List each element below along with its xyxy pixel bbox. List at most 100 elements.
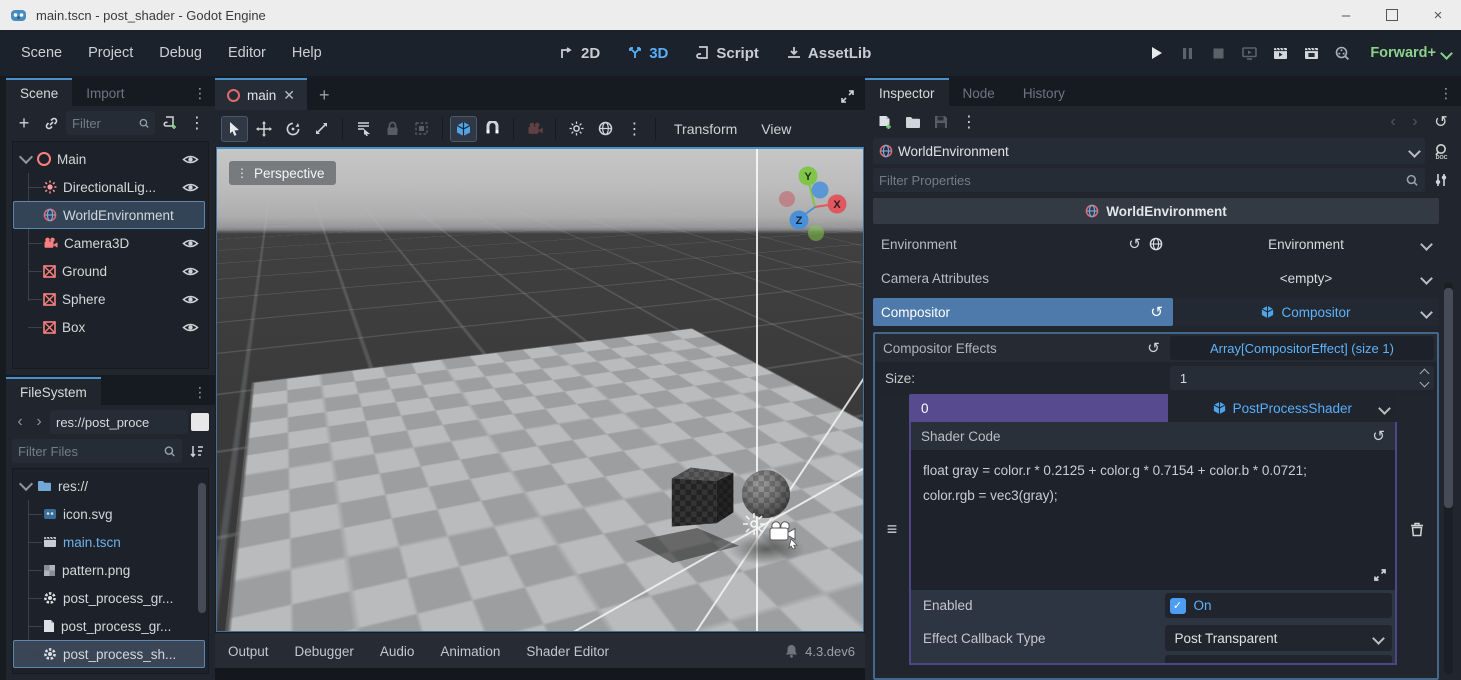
property-filter-input[interactable] xyxy=(879,173,1401,188)
scene-node-box[interactable]: Box xyxy=(13,313,208,341)
perspective-selector[interactable]: ⋮ Perspective xyxy=(229,161,336,185)
scene-extra-menu-icon[interactable]: ⋮ xyxy=(185,111,209,135)
resource-extra-menu-icon[interactable]: ⋮ xyxy=(957,110,981,134)
scene-node-sphere[interactable]: Sphere xyxy=(13,285,208,313)
snap-button[interactable] xyxy=(479,116,506,142)
axis-gizmo[interactable]: Y X Z xyxy=(775,157,849,245)
scene-filter-input[interactable] xyxy=(72,116,134,131)
path-field[interactable] xyxy=(50,410,188,434)
tab-import[interactable]: Import xyxy=(72,78,138,106)
movie-maker-button[interactable] xyxy=(1331,42,1353,64)
group-button[interactable] xyxy=(408,116,435,142)
workspace-2d[interactable]: 2D xyxy=(560,45,600,62)
compositor-value[interactable]: Compositor xyxy=(1173,298,1439,326)
tab-inspector[interactable]: Inspector xyxy=(865,78,949,106)
revert-icon[interactable]: ↺ xyxy=(1147,341,1160,356)
inspector-scrollbar[interactable] xyxy=(1444,282,1453,674)
add-node-button[interactable]: + xyxy=(12,111,36,135)
class-header[interactable]: WorldEnvironment xyxy=(873,198,1439,224)
scene-node-ground[interactable]: Ground xyxy=(13,257,208,285)
file-row-maintscn[interactable]: main.tscn xyxy=(13,528,208,556)
drag-handle-icon[interactable]: ≡ xyxy=(875,394,909,665)
checkbox-checked-icon[interactable]: ✓ xyxy=(1170,598,1186,614)
shader-code-editor[interactable]: float gray = color.r * 0.2125 + color.g … xyxy=(911,450,1395,590)
local-space-button[interactable] xyxy=(450,116,477,142)
tab-main-scene[interactable]: main ✕ xyxy=(215,78,307,110)
toggle-split-mode-button[interactable] xyxy=(191,413,209,431)
environment-value[interactable]: Environment xyxy=(1173,237,1439,252)
dock-menu-icon[interactable]: ⋮ xyxy=(1439,85,1461,106)
camera-preview-button[interactable] xyxy=(521,116,548,142)
callback-type-dropdown[interactable]: Post Transparent xyxy=(1165,625,1392,651)
tab-filesystem[interactable]: FileSystem xyxy=(6,377,101,405)
object-history-icon[interactable]: ↺ xyxy=(1429,110,1453,134)
play-scene-remote-button[interactable] xyxy=(1238,42,1260,64)
play-custom-scene-button[interactable] xyxy=(1300,42,1322,64)
scene-node-camera3d[interactable]: Camera3D xyxy=(13,229,208,257)
file-row-patternpng[interactable]: pattern.png xyxy=(13,556,208,584)
file-row-gdshader2[interactable]: post_process_sh... xyxy=(13,640,205,668)
camera-attributes-value[interactable]: <empty> xyxy=(1173,271,1439,286)
expand-code-icon[interactable] xyxy=(1373,568,1387,582)
delete-item-button[interactable] xyxy=(1397,394,1437,665)
menu-debug[interactable]: Debug xyxy=(146,45,215,61)
preview-sun-button[interactable] xyxy=(563,116,590,142)
tab-scene[interactable]: Scene xyxy=(6,78,72,106)
revert-icon[interactable]: ↺ xyxy=(1372,429,1385,444)
item-type-selector[interactable]: PostProcessShader xyxy=(1168,394,1397,422)
attach-script-button[interactable] xyxy=(158,111,182,135)
dock-menu-icon[interactable]: ⋮ xyxy=(193,384,215,405)
move-tool-button[interactable] xyxy=(250,116,277,142)
visibility-eye-icon[interactable] xyxy=(182,237,199,250)
open-docs-button[interactable]: DOC xyxy=(1429,139,1453,163)
play-current-scene-button[interactable] xyxy=(1269,42,1291,64)
viewport-menu-icon[interactable]: ⋮ xyxy=(236,166,248,180)
nav-forward-icon[interactable]: › xyxy=(31,413,47,431)
lock-button[interactable] xyxy=(379,116,406,142)
close-button[interactable]: × xyxy=(1415,0,1461,30)
size-field[interactable]: 1 xyxy=(1170,366,1434,390)
shader-code-header[interactable]: Shader Code ↺ xyxy=(911,422,1395,450)
item-index[interactable]: 0 xyxy=(909,394,1168,422)
sort-files-icon[interactable] xyxy=(185,439,209,463)
tab-output[interactable]: Output xyxy=(215,644,282,659)
menu-editor[interactable]: Editor xyxy=(215,45,279,61)
close-tab-icon[interactable]: ✕ xyxy=(283,87,295,104)
property-environment[interactable]: Environment ↺ Environment xyxy=(873,230,1439,258)
visibility-eye-icon[interactable] xyxy=(182,265,199,278)
preview-menu-icon[interactable]: ⋮ xyxy=(621,116,648,142)
history-forward-icon[interactable]: › xyxy=(1407,113,1423,131)
tab-node[interactable]: Node xyxy=(949,78,1009,106)
pause-button[interactable] xyxy=(1176,42,1198,64)
file-row-gdshader1[interactable]: post_process_gr... xyxy=(13,584,208,612)
tab-debugger[interactable]: Debugger xyxy=(282,644,367,659)
visibility-eye-icon[interactable] xyxy=(182,153,199,166)
transform-menu[interactable]: Transform xyxy=(663,121,748,137)
scene-node-main[interactable]: Main xyxy=(13,145,208,173)
stepper-icon[interactable] xyxy=(1421,370,1428,386)
edited-object-selector[interactable]: WorldEnvironment xyxy=(873,138,1425,164)
tab-shader-editor[interactable]: Shader Editor xyxy=(513,644,622,659)
filesystem-scrollbar[interactable] xyxy=(198,483,206,613)
view-menu[interactable]: View xyxy=(750,121,802,137)
tab-animation[interactable]: Animation xyxy=(427,644,513,659)
select-tool-button[interactable] xyxy=(221,116,248,142)
property-filter-field[interactable] xyxy=(873,168,1425,192)
new-resource-button[interactable] xyxy=(873,110,897,134)
collapse-icon[interactable] xyxy=(19,477,33,491)
file-filter-field[interactable] xyxy=(12,439,182,463)
path-input[interactable] xyxy=(56,415,182,430)
instance-scene-button[interactable] xyxy=(39,111,63,135)
visibility-eye-icon[interactable] xyxy=(182,181,199,194)
revert-icon[interactable]: ↺ xyxy=(1128,237,1141,252)
play-button[interactable] xyxy=(1145,42,1167,64)
load-resource-button[interactable] xyxy=(901,110,925,134)
new-scene-tab-button[interactable]: + xyxy=(307,85,342,110)
distraction-free-icon[interactable] xyxy=(830,89,865,110)
save-resource-button[interactable] xyxy=(929,110,953,134)
nav-back-icon[interactable]: ‹ xyxy=(12,413,28,431)
scene-filter-field[interactable] xyxy=(66,111,155,135)
visibility-eye-icon[interactable] xyxy=(182,321,199,334)
list-select-button[interactable] xyxy=(350,116,377,142)
dock-menu-icon[interactable]: ⋮ xyxy=(193,85,215,106)
